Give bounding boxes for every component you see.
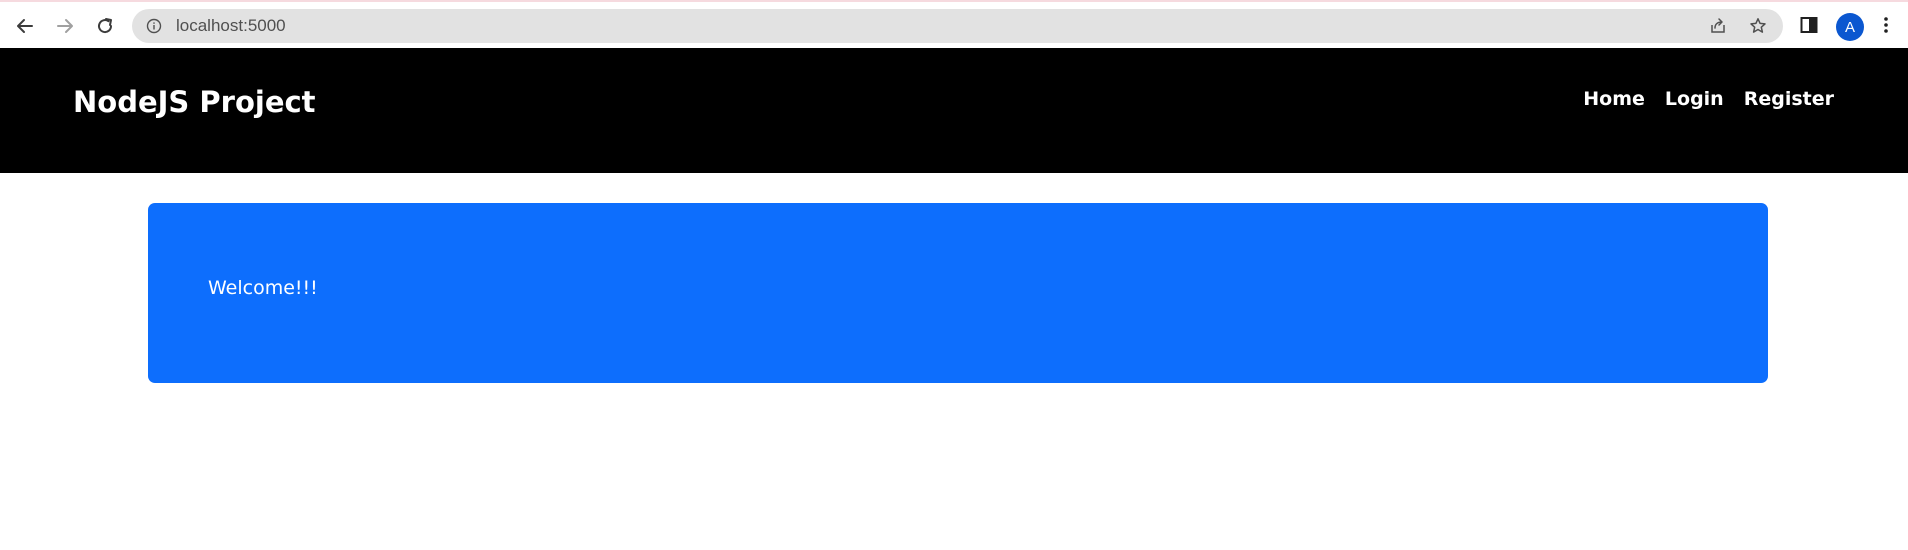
- forward-arrow-icon[interactable]: [49, 11, 81, 41]
- nav-link-login[interactable]: Login: [1665, 88, 1724, 110]
- side-panel-icon[interactable]: [1797, 13, 1821, 37]
- star-icon[interactable]: [1747, 16, 1769, 36]
- share-icon[interactable]: [1707, 16, 1729, 36]
- info-icon[interactable]: [146, 18, 162, 34]
- nav-link-register[interactable]: Register: [1744, 88, 1834, 110]
- browser-toolbar: localhost:5000 A: [0, 0, 1908, 48]
- avatar-letter: A: [1844, 18, 1855, 36]
- url-text[interactable]: localhost:5000: [176, 16, 286, 36]
- kebab-menu-icon[interactable]: [1878, 13, 1894, 37]
- back-arrow-icon[interactable]: [9, 11, 41, 41]
- reload-icon[interactable]: [89, 11, 121, 41]
- welcome-card: Welcome!!!: [148, 203, 1768, 383]
- brand-title[interactable]: NodeJS Project: [73, 85, 316, 119]
- address-bar[interactable]: localhost:5000: [132, 9, 1783, 43]
- site-navbar: NodeJS Project Home Login Register: [0, 48, 1908, 173]
- avatar[interactable]: A: [1836, 13, 1864, 41]
- welcome-message: Welcome!!!: [208, 277, 318, 299]
- nav-links: Home Login Register: [1583, 88, 1834, 110]
- nav-link-home[interactable]: Home: [1583, 88, 1645, 110]
